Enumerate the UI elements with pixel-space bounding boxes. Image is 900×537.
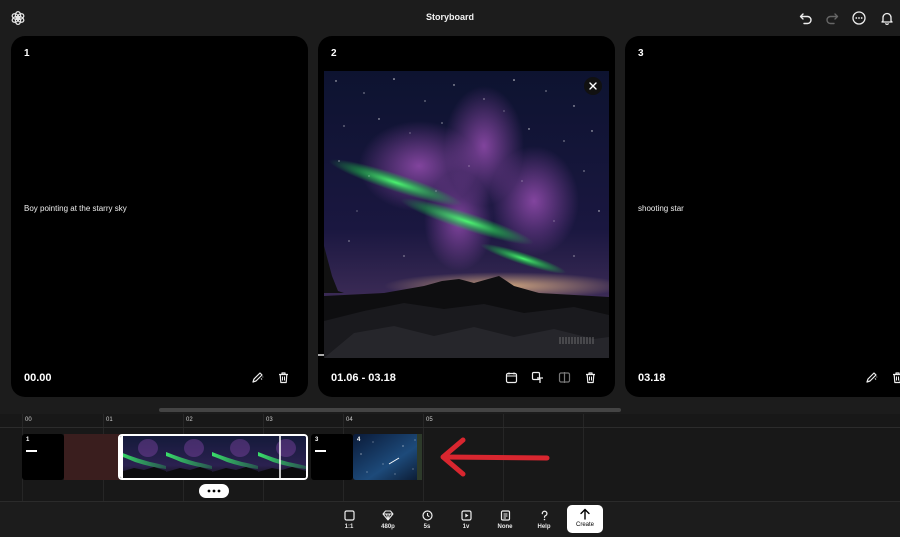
close-button[interactable] — [584, 77, 602, 95]
red-arrow-annotation — [440, 437, 550, 477]
card-time: 03.18 — [638, 372, 666, 384]
edit-icon[interactable] — [864, 370, 878, 384]
video-icon — [460, 509, 472, 521]
trash-icon[interactable] — [583, 370, 597, 384]
trash-icon[interactable] — [890, 370, 900, 384]
timeline-gap[interactable] — [64, 434, 120, 480]
card-time: 00.00 — [24, 372, 52, 384]
card-time: 01.06 - 03.18 — [331, 372, 396, 384]
clip-label: 3 — [315, 437, 319, 443]
help-button[interactable]: Help — [529, 509, 559, 535]
playback-progress — [318, 354, 324, 356]
tool-label: 480p — [381, 524, 395, 530]
page-title: Storyboard — [425, 12, 474, 22]
bell-icon[interactable] — [879, 10, 895, 26]
tick-label: 04 — [346, 417, 353, 423]
card-number: 2 — [331, 48, 337, 59]
ellipsis-icon — [207, 489, 221, 493]
diamond-icon — [382, 509, 394, 521]
timeline-clip-1[interactable]: 1 — [22, 434, 64, 480]
resolution-button[interactable]: 480p — [373, 509, 403, 535]
calendar-icon[interactable] — [504, 370, 518, 384]
duration-button[interactable]: 5s — [412, 509, 442, 535]
edit-icon[interactable] — [250, 370, 264, 384]
tool-label: 5s — [423, 524, 431, 530]
split-icon[interactable] — [557, 370, 571, 384]
clip-label: 4 — [357, 437, 361, 443]
time-ruler[interactable]: 00 01 02 03 04 05 — [0, 414, 900, 428]
card-number: 1 — [24, 48, 30, 59]
timeline-clip-end — [417, 434, 422, 480]
redo-icon[interactable] — [824, 10, 840, 26]
tool-label: None — [497, 524, 513, 530]
tick-label: 02 — [186, 417, 193, 423]
close-icon — [589, 82, 597, 90]
card-prompt[interactable]: Boy pointing at the starry sky — [24, 204, 127, 213]
variations-button[interactable]: 1v — [451, 509, 481, 535]
more-options-button[interactable] — [199, 484, 229, 498]
tool-label: Help — [537, 524, 551, 530]
create-button[interactable]: Create — [567, 505, 603, 533]
timeline-clip-4[interactable]: 4 — [353, 434, 421, 480]
arrow-up-icon — [580, 508, 590, 520]
text-overlay-icon[interactable] — [530, 370, 544, 384]
more-icon[interactable] — [851, 10, 867, 26]
trash-icon[interactable] — [276, 370, 290, 384]
preset-button[interactable]: None — [490, 509, 520, 535]
clock-icon — [421, 509, 433, 521]
tool-label: 1v — [462, 524, 470, 530]
tool-label: 1:1 — [344, 524, 354, 530]
aspect-ratio-button[interactable]: 1:1 — [334, 509, 364, 535]
undo-icon[interactable] — [798, 10, 814, 26]
storyboard-card-2[interactable]: 2 01.06 - 03.18 — [318, 36, 615, 397]
tick-label: 00 — [25, 417, 32, 423]
storyboard-card-3[interactable]: 3 shooting star 03.18 — [625, 36, 900, 397]
bottom-toolbar: 1:1 480p 5s 1v None Help — [0, 501, 900, 537]
timeline-clip-3[interactable]: 3 — [311, 434, 353, 480]
square-icon — [343, 509, 355, 521]
storyboard-app: Storyboard 1 Boy pointing at the starry … — [0, 0, 900, 537]
clip-dash — [26, 450, 37, 452]
clip-label: 1 — [26, 437, 30, 443]
document-icon — [499, 509, 511, 521]
tick-label: 03 — [266, 417, 273, 423]
tick-label: 01 — [106, 417, 113, 423]
question-icon — [538, 509, 550, 521]
aurora-image[interactable] — [324, 71, 609, 358]
horizontal-scrollbar[interactable] — [159, 408, 621, 412]
header: Storyboard — [0, 0, 900, 36]
card-number: 3 — [638, 48, 644, 59]
create-label: Create — [575, 522, 594, 528]
timeline-clip-2-selected[interactable] — [118, 434, 308, 480]
storyboard-card-1[interactable]: 1 Boy pointing at the starry sky 00.00 — [11, 36, 308, 397]
tick-label: 05 — [426, 417, 433, 423]
timeline[interactable]: 00 01 02 03 04 05 1 3 4 — [0, 414, 900, 501]
clip-dash — [315, 450, 326, 452]
card-prompt[interactable]: shooting star — [638, 204, 684, 213]
